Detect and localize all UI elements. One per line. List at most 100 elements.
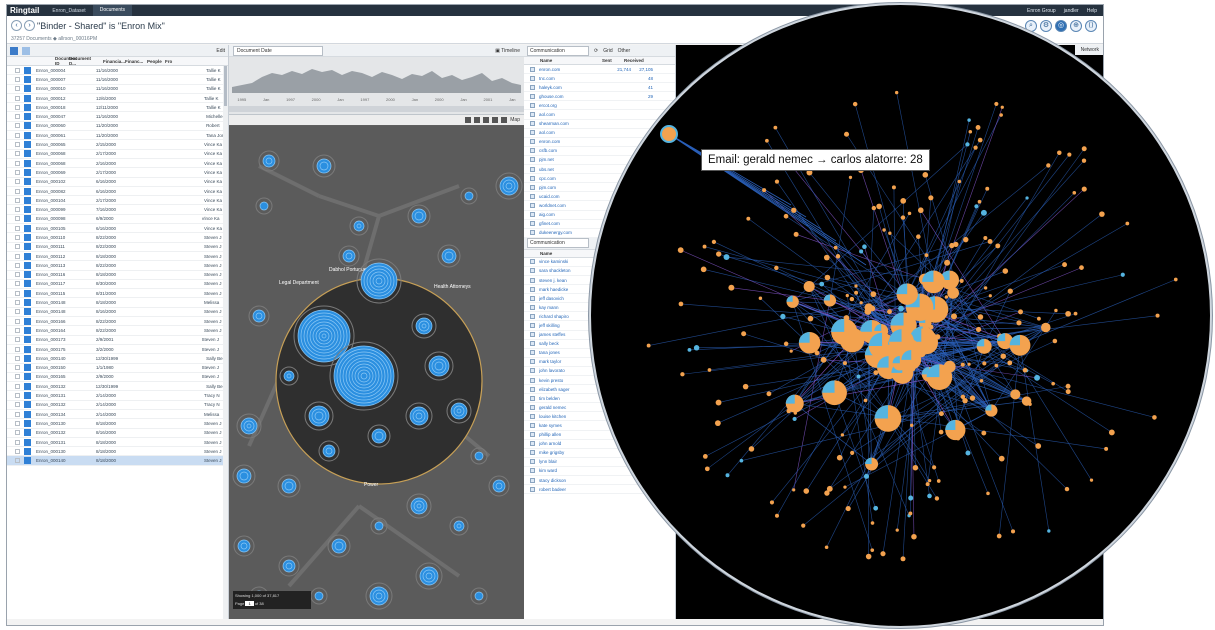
network-node[interactable]	[1000, 105, 1004, 109]
network-node[interactable]	[848, 175, 853, 180]
table-row[interactable]: Enron_000099 7/16/2000 Vince Ka	[7, 205, 228, 215]
network-node[interactable]	[963, 236, 969, 243]
network-node[interactable]	[842, 361, 848, 366]
network-node[interactable]	[680, 372, 685, 377]
network-node[interactable]	[974, 204, 979, 209]
network-node[interactable]	[1047, 529, 1051, 533]
list-scrollbar[interactable]	[223, 66, 228, 619]
cluster-node[interactable]	[349, 216, 369, 236]
network-hub-node[interactable]	[874, 405, 902, 432]
network-node[interactable]	[791, 207, 797, 213]
item-checkbox[interactable]	[530, 157, 535, 163]
table-row[interactable]: Enron_000102 6/16/2000 Vince Ka	[7, 178, 228, 187]
network-node[interactable]	[975, 124, 981, 130]
cluster-node[interactable]	[329, 341, 399, 411]
network-node[interactable]	[792, 416, 797, 422]
table-row[interactable]: Enron_000065 2/15/2000 Vince Ka	[7, 140, 228, 150]
row-checkbox[interactable]	[15, 123, 20, 129]
table-row[interactable]: Enron_000117 8/30/2000 Steven J	[7, 280, 228, 290]
network-node[interactable]	[969, 395, 976, 401]
table-row[interactable]: Enron_000007 11/16/2000 Tallie K	[7, 75, 228, 85]
network-node[interactable]	[1036, 316, 1041, 321]
network-hub-node[interactable]	[1010, 389, 1021, 400]
cluster-graph[interactable]: Legal Department Dabhol Portuguese Health …	[229, 126, 524, 619]
network-node[interactable]	[900, 198, 907, 204]
network-hub-node[interactable]	[822, 380, 847, 406]
item-checkbox[interactable]	[530, 441, 535, 447]
row-checkbox[interactable]	[15, 355, 20, 361]
cluster-node[interactable]	[449, 516, 469, 536]
network-node[interactable]	[1007, 360, 1013, 366]
network-node[interactable]	[1081, 186, 1087, 192]
network-node[interactable]	[938, 411, 944, 417]
network-node[interactable]	[766, 391, 772, 397]
row-checkbox[interactable]	[15, 197, 20, 203]
table-row[interactable]: Enron_000010 11/16/2000 Tallie K	[7, 85, 228, 94]
row-checkbox[interactable]	[15, 207, 20, 213]
network-node[interactable]	[1054, 308, 1058, 313]
network-node[interactable]	[863, 398, 868, 403]
network-node[interactable]	[801, 523, 806, 528]
network-node[interactable]	[762, 188, 767, 193]
network-node[interactable]	[789, 349, 793, 353]
network-node[interactable]	[1064, 486, 1070, 492]
network-hub-node[interactable]	[823, 294, 837, 307]
row-checkbox[interactable]	[15, 272, 20, 278]
table-row[interactable]: Enron_000148 8/16/2000 Steven J	[7, 308, 228, 318]
network-node[interactable]	[824, 545, 829, 550]
cluster-node[interactable]	[407, 204, 431, 228]
network-node[interactable]	[1079, 265, 1084, 271]
cluster-node[interactable]	[470, 447, 488, 465]
table-row[interactable]: Enron_000060 11/20/2000 Robert	[7, 122, 228, 132]
item-checkbox[interactable]	[530, 332, 535, 338]
table-row[interactable]: Enron_000082 6/16/2000 Vince Ka	[7, 187, 228, 197]
item-checkbox[interactable]	[530, 166, 535, 172]
network-node[interactable]	[927, 479, 932, 483]
network-node[interactable]	[769, 500, 775, 505]
network-node[interactable]	[1067, 152, 1072, 157]
fit-icon[interactable]	[492, 117, 499, 123]
network-node[interactable]	[900, 556, 906, 562]
network-node[interactable]	[836, 454, 843, 461]
item-checkbox[interactable]	[530, 377, 535, 383]
timeline-chart[interactable]: 1995 Jan 1997 2000 Jan 1997 2000 Jan 2000 Jan 2001…	[229, 57, 524, 115]
network-node[interactable]	[1089, 478, 1094, 482]
network-hub-node[interactable]	[947, 286, 959, 299]
network-hub-node[interactable]	[831, 318, 858, 345]
network-node[interactable]	[793, 231, 799, 237]
row-checkbox[interactable]	[15, 411, 20, 417]
table-row[interactable]: Enron_000018 12/11/2000 Tallie K	[7, 103, 228, 113]
network-node[interactable]	[849, 296, 855, 302]
network-hub-node[interactable]	[864, 308, 872, 315]
item-checkbox[interactable]	[530, 313, 535, 319]
network-node[interactable]	[1046, 163, 1051, 168]
network-node[interactable]	[870, 548, 875, 553]
network-node[interactable]	[922, 172, 929, 178]
item-checkbox[interactable]	[530, 286, 535, 292]
network-node[interactable]	[807, 315, 814, 322]
item-checkbox[interactable]	[530, 139, 535, 145]
cluster-node[interactable]	[405, 402, 433, 430]
item-checkbox[interactable]	[530, 202, 535, 208]
row-checkbox[interactable]	[15, 76, 20, 82]
item-checkbox[interactable]	[530, 432, 535, 438]
network-node[interactable]	[911, 533, 917, 540]
network-node[interactable]	[774, 179, 780, 184]
item-checkbox[interactable]	[530, 66, 535, 72]
network-node[interactable]	[845, 505, 851, 512]
network-node[interactable]	[979, 378, 984, 383]
item-checkbox[interactable]	[530, 221, 535, 227]
network-node[interactable]	[1125, 221, 1130, 226]
network-lens[interactable]: Email: gerald nemec → carlos alatorre: 2…	[589, 3, 1212, 628]
row-checkbox[interactable]	[15, 225, 20, 231]
network-node[interactable]	[725, 473, 730, 478]
page-input[interactable]: 1	[245, 601, 254, 606]
network-node[interactable]	[975, 326, 982, 333]
network-node[interactable]	[773, 125, 778, 130]
cluster-node[interactable]	[338, 245, 360, 267]
network-node[interactable]	[1002, 268, 1009, 274]
item-checkbox[interactable]	[530, 423, 535, 429]
cluster-node[interactable]	[470, 587, 488, 605]
list-view-icon[interactable]	[22, 46, 30, 55]
row-checkbox[interactable]	[15, 114, 20, 120]
